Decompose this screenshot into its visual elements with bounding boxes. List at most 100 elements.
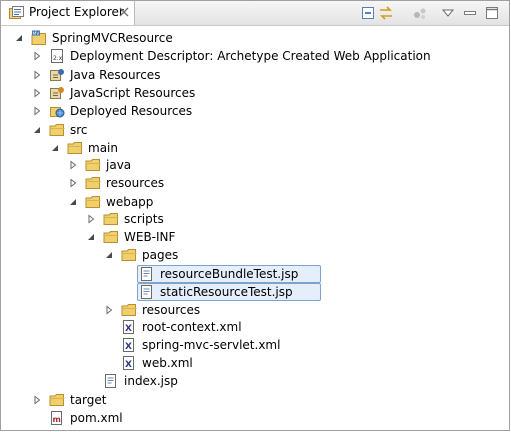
folder-icon [103, 231, 119, 243]
tree-item-label: resources [106, 176, 165, 190]
tree-item-label: web.xml [142, 356, 193, 370]
close-icon[interactable] [118, 6, 130, 18]
tree-item-label: resourceBundleTest.jsp [160, 267, 299, 281]
tree-item[interactable]: java [1, 156, 501, 174]
tree-item-label: pom.xml [70, 411, 123, 425]
tree-item-label: webapp [106, 195, 154, 209]
maximize-icon[interactable] [483, 5, 501, 21]
svg-text:2.x: 2.x [53, 55, 63, 62]
tree-item[interactable]: Xspring-mvc-servlet.xml [1, 336, 501, 354]
expanded-arrow-icon[interactable] [86, 232, 96, 242]
java-resources-icon [50, 69, 64, 81]
expanded-arrow-icon[interactable] [104, 250, 114, 260]
tab-project-explorer[interactable]: Project Explorer [1, 1, 135, 25]
folder-icon [49, 124, 65, 136]
tree-item-label: Deployment Descriptor: Archetype Created… [70, 49, 431, 63]
tree-item-label: Deployed Resources [70, 104, 193, 118]
tree-item[interactable]: m pom.xml [1, 409, 501, 427]
tree-item[interactable]: webapp [1, 193, 501, 211]
tree-item-label: target [70, 393, 107, 407]
svg-text:X: X [125, 342, 132, 352]
tree-item-label: resources [142, 303, 201, 317]
tree-item-label: pages [142, 248, 179, 262]
project-icon: MV [31, 30, 46, 45]
tree-item[interactable]: main [1, 139, 501, 157]
tree-item[interactable]: src [1, 121, 501, 139]
collapsed-arrow-icon[interactable] [32, 88, 42, 98]
svg-text:X: X [125, 324, 132, 334]
tree-item[interactable]: resourceBundleTest.jsp [1, 265, 501, 283]
view-header: Project Explorer [1, 1, 509, 26]
tree-item-label: JavaScript Resources [70, 86, 196, 100]
collapse-all-icon[interactable] [359, 5, 377, 21]
project-explorer-view: Project Explorer MV SpringMVCResource 2.… [0, 0, 510, 431]
expanded-arrow-icon[interactable] [14, 33, 24, 43]
tree-item[interactable]: 2.x Deployment Descriptor: Archetype Crea… [1, 47, 501, 65]
collapsed-arrow-icon[interactable] [68, 178, 78, 188]
tree-item-label: Java Resources [70, 68, 161, 82]
tree-item[interactable]: scripts [1, 210, 501, 228]
folder-icon [121, 249, 137, 261]
folder-icon [85, 159, 101, 171]
collapsed-arrow-icon[interactable] [32, 395, 42, 405]
focus-icon[interactable] [411, 5, 429, 21]
svg-text:m: m [53, 415, 61, 424]
jsp-file-icon [141, 267, 152, 281]
jsp-file-icon [105, 374, 116, 388]
tree-item[interactable]: staticResourceTest.jsp [1, 283, 501, 301]
deployment-descriptor-icon: 2.x [51, 49, 63, 63]
project-explorer-icon [9, 6, 24, 19]
tree-item-label: WEB-INF [124, 230, 176, 244]
tree-item[interactable]: MV SpringMVCResource [1, 29, 501, 47]
folder-icon [121, 304, 137, 316]
javascript-resources-icon [50, 87, 64, 99]
expanded-arrow-icon[interactable] [32, 125, 42, 135]
folder-icon [67, 142, 83, 154]
collapsed-arrow-icon[interactable] [32, 51, 42, 61]
tree-item-label: index.jsp [124, 374, 178, 388]
tree-item-label: main [88, 141, 118, 155]
tree-item[interactable]: WEB-INF [1, 228, 501, 246]
folder-icon [49, 394, 65, 406]
deployed-resources-icon [50, 107, 65, 118]
tree-item[interactable]: Deployed Resources [1, 102, 501, 120]
xml-file-icon: X [123, 338, 134, 352]
tree-item[interactable]: pages [1, 246, 501, 264]
tree-item[interactable]: JavaScript Resources [1, 84, 501, 102]
xml-file-icon: X [123, 356, 134, 370]
view-menu-icon[interactable] [439, 5, 457, 21]
tree-item[interactable]: index.jsp [1, 372, 501, 390]
collapsed-arrow-icon[interactable] [32, 70, 42, 80]
tree-item-label: java [106, 158, 132, 172]
collapsed-arrow-icon[interactable] [104, 305, 114, 315]
jsp-file-icon [141, 285, 152, 299]
tree-item[interactable]: resources [1, 174, 501, 192]
tree-item-label: SpringMVCResource [52, 31, 173, 45]
folder-icon [103, 213, 119, 225]
folder-icon [85, 177, 101, 189]
tree-item-label: root-context.xml [142, 320, 242, 334]
link-with-editor-icon[interactable] [377, 5, 395, 21]
project-tree: MV SpringMVCResource 2.x Deployment Descrip… [1, 25, 509, 431]
expanded-arrow-icon[interactable] [68, 197, 78, 207]
maven-pom-icon: m [51, 411, 62, 425]
collapsed-arrow-icon[interactable] [86, 214, 96, 224]
tree-item-label: scripts [124, 212, 164, 226]
tab-title: Project Explorer [29, 5, 124, 19]
collapsed-arrow-icon[interactable] [68, 160, 78, 170]
tree-item[interactable]: Xroot-context.xml [1, 318, 501, 336]
tree-item[interactable]: target [1, 391, 501, 409]
svg-text:X: X [125, 360, 132, 370]
tree-item-label: staticResourceTest.jsp [160, 285, 293, 299]
minimize-icon[interactable] [461, 5, 479, 21]
tree-item-label: src [70, 123, 88, 137]
tree-item[interactable]: Java Resources [1, 66, 501, 84]
expanded-arrow-icon[interactable] [50, 143, 60, 153]
xml-file-icon: X [123, 320, 134, 334]
folder-icon [85, 196, 101, 208]
tree-item[interactable]: Xweb.xml [1, 354, 501, 372]
tree-item[interactable]: resources [1, 301, 501, 319]
tree-item-label: spring-mvc-servlet.xml [142, 338, 281, 352]
collapsed-arrow-icon[interactable] [32, 106, 42, 116]
svg-text:MV: MV [33, 31, 41, 37]
